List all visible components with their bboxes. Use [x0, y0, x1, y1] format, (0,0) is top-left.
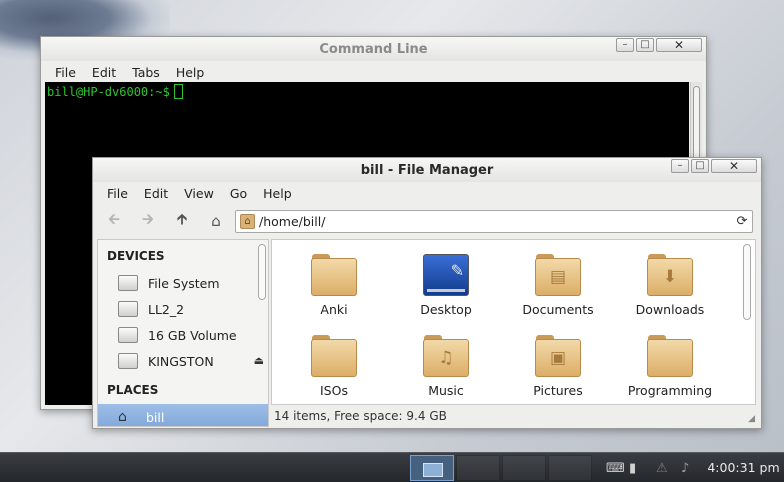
sidebar-scrollbar[interactable]	[258, 244, 266, 300]
up-arrow-icon[interactable]: 🡱	[171, 210, 193, 232]
drive-icon	[118, 275, 138, 291]
volume-icon[interactable]: ♪	[681, 461, 689, 476]
file-item-documents[interactable]: ▤ Documents	[508, 254, 608, 317]
sidebar: DEVICES File System LL2_2 16 GB Volume K…	[97, 239, 269, 427]
back-arrow-icon[interactable]: 🡰	[103, 210, 125, 232]
taskbar-desktop-2[interactable]	[456, 455, 500, 481]
location-bar[interactable]: ⌂ /home/bill/ ⟳	[235, 210, 753, 233]
minimize-button[interactable]: –	[671, 159, 689, 173]
taskbar-desktop-4[interactable]	[548, 455, 592, 481]
menu-edit[interactable]: Edit	[84, 65, 124, 80]
resize-grip-icon[interactable]: ◢	[748, 414, 755, 424]
file-view: Anki ✎ Desktop ▤ Documents ⬇ Downloads I…	[271, 239, 756, 405]
file-item-isos[interactable]: ISOs	[284, 335, 384, 398]
network-icon[interactable]: ⚠	[656, 461, 668, 476]
downloads-folder-icon: ⬇	[647, 254, 693, 296]
taskbar-desktop-3[interactable]	[502, 455, 546, 481]
places-heading: PLACES	[107, 383, 159, 397]
documents-folder-icon: ▤	[535, 254, 581, 296]
taskbar: ⌨ ▮ ⚠ ♪ 4:00:31 pm	[0, 452, 784, 482]
menu-help[interactable]: Help	[255, 186, 300, 201]
file-item-desktop[interactable]: ✎ Desktop	[396, 254, 496, 317]
file-name: Downloads	[635, 302, 705, 317]
file-name: Pictures	[533, 383, 583, 398]
eject-icon[interactable]: ⏏	[254, 354, 264, 367]
file-view-scrollbar[interactable]	[743, 244, 751, 320]
file-name: Programming	[627, 383, 713, 398]
menu-edit[interactable]: Edit	[136, 186, 176, 201]
minimize-button[interactable]: –	[616, 38, 634, 52]
file-item-anki[interactable]: Anki	[284, 254, 384, 317]
file-manager-titlebar[interactable]: bill - File Manager – □ ✕	[93, 158, 761, 182]
navigation-toolbar: 🡰 🡲 🡱 ⌂ ⌂ /home/bill/ ⟳	[93, 204, 761, 238]
menu-go[interactable]: Go	[222, 186, 255, 201]
taskbar-desktop-1[interactable]	[410, 455, 454, 481]
devices-heading: DEVICES	[107, 249, 165, 263]
file-name: Documents	[522, 302, 594, 317]
music-folder-icon: ♫	[423, 335, 469, 377]
reload-icon[interactable]: ⟳	[732, 214, 752, 229]
folder-home-icon: ⌂	[240, 214, 255, 229]
file-name: Music	[428, 383, 464, 398]
desktop-folder-icon: ✎	[423, 254, 469, 296]
sidebar-item-label: 16 GB Volume	[148, 327, 237, 343]
sidebar-item-label: File System	[148, 275, 220, 291]
pictures-folder-icon: ▣	[535, 335, 581, 377]
shell-prompt: bill@HP-dv6000:~$	[47, 85, 170, 99]
maximize-button[interactable]: □	[691, 159, 709, 173]
window-title: bill - File Manager	[360, 163, 494, 178]
maximize-button[interactable]: □	[636, 38, 654, 52]
file-manager-window[interactable]: bill - File Manager – □ ✕ File Edit View…	[92, 157, 762, 429]
terminal-menubar: File Edit Tabs Help	[41, 61, 706, 83]
close-button[interactable]: ✕	[711, 159, 757, 173]
drive-icon	[118, 327, 138, 343]
file-name: Desktop	[420, 302, 472, 317]
home-folder-icon: ⌂	[118, 409, 127, 425]
status-text: 14 items, Free space: 9.4 GB	[274, 409, 447, 423]
usb-drive-icon	[118, 353, 138, 369]
drive-icon	[118, 301, 138, 317]
forward-arrow-icon[interactable]: 🡲	[137, 210, 159, 232]
sidebar-item-kingston[interactable]: KINGSTON ⏏	[98, 348, 268, 374]
file-item-music[interactable]: ♫ Music	[396, 335, 496, 398]
menu-file[interactable]: File	[99, 186, 136, 201]
file-name: Anki	[320, 302, 348, 317]
window-title: Command Line	[319, 42, 428, 57]
sidebar-item-bill[interactable]: ⌂ bill	[98, 404, 268, 426]
menu-file[interactable]: File	[47, 65, 84, 80]
keyboard-icon[interactable]: ⌨	[606, 461, 625, 476]
battery-icon[interactable]: ▮	[629, 461, 636, 476]
file-item-downloads[interactable]: ⬇ Downloads	[620, 254, 720, 317]
sidebar-item-16gb-volume[interactable]: 16 GB Volume	[98, 322, 268, 348]
menu-view[interactable]: View	[176, 186, 222, 201]
sidebar-item-label: KINGSTON	[148, 353, 214, 369]
file-item-programming[interactable]: Programming	[620, 335, 720, 398]
menu-tabs[interactable]: Tabs	[124, 65, 168, 80]
terminal-titlebar[interactable]: Command Line – □ ✕	[41, 37, 706, 61]
file-manager-menubar: File Edit View Go Help	[93, 182, 761, 204]
folder-icon	[311, 254, 357, 296]
sidebar-item-file-system[interactable]: File System	[98, 270, 268, 296]
sidebar-item-label: LL2_2	[148, 301, 185, 317]
sidebar-item-ll2-2[interactable]: LL2_2	[98, 296, 268, 322]
folder-icon	[311, 335, 357, 377]
menu-help[interactable]: Help	[168, 65, 213, 80]
status-bar: 14 items, Free space: 9.4 GB	[271, 406, 756, 426]
location-path[interactable]: /home/bill/	[259, 214, 732, 229]
close-button[interactable]: ✕	[656, 38, 702, 52]
file-item-pictures[interactable]: ▣ Pictures	[508, 335, 608, 398]
file-name: ISOs	[320, 383, 348, 398]
clock[interactable]: 4:00:31 pm	[703, 453, 784, 482]
sidebar-item-label: bill	[146, 409, 165, 425]
folder-icon	[647, 335, 693, 377]
home-icon[interactable]: ⌂	[205, 210, 227, 232]
text-cursor	[173, 84, 183, 99]
